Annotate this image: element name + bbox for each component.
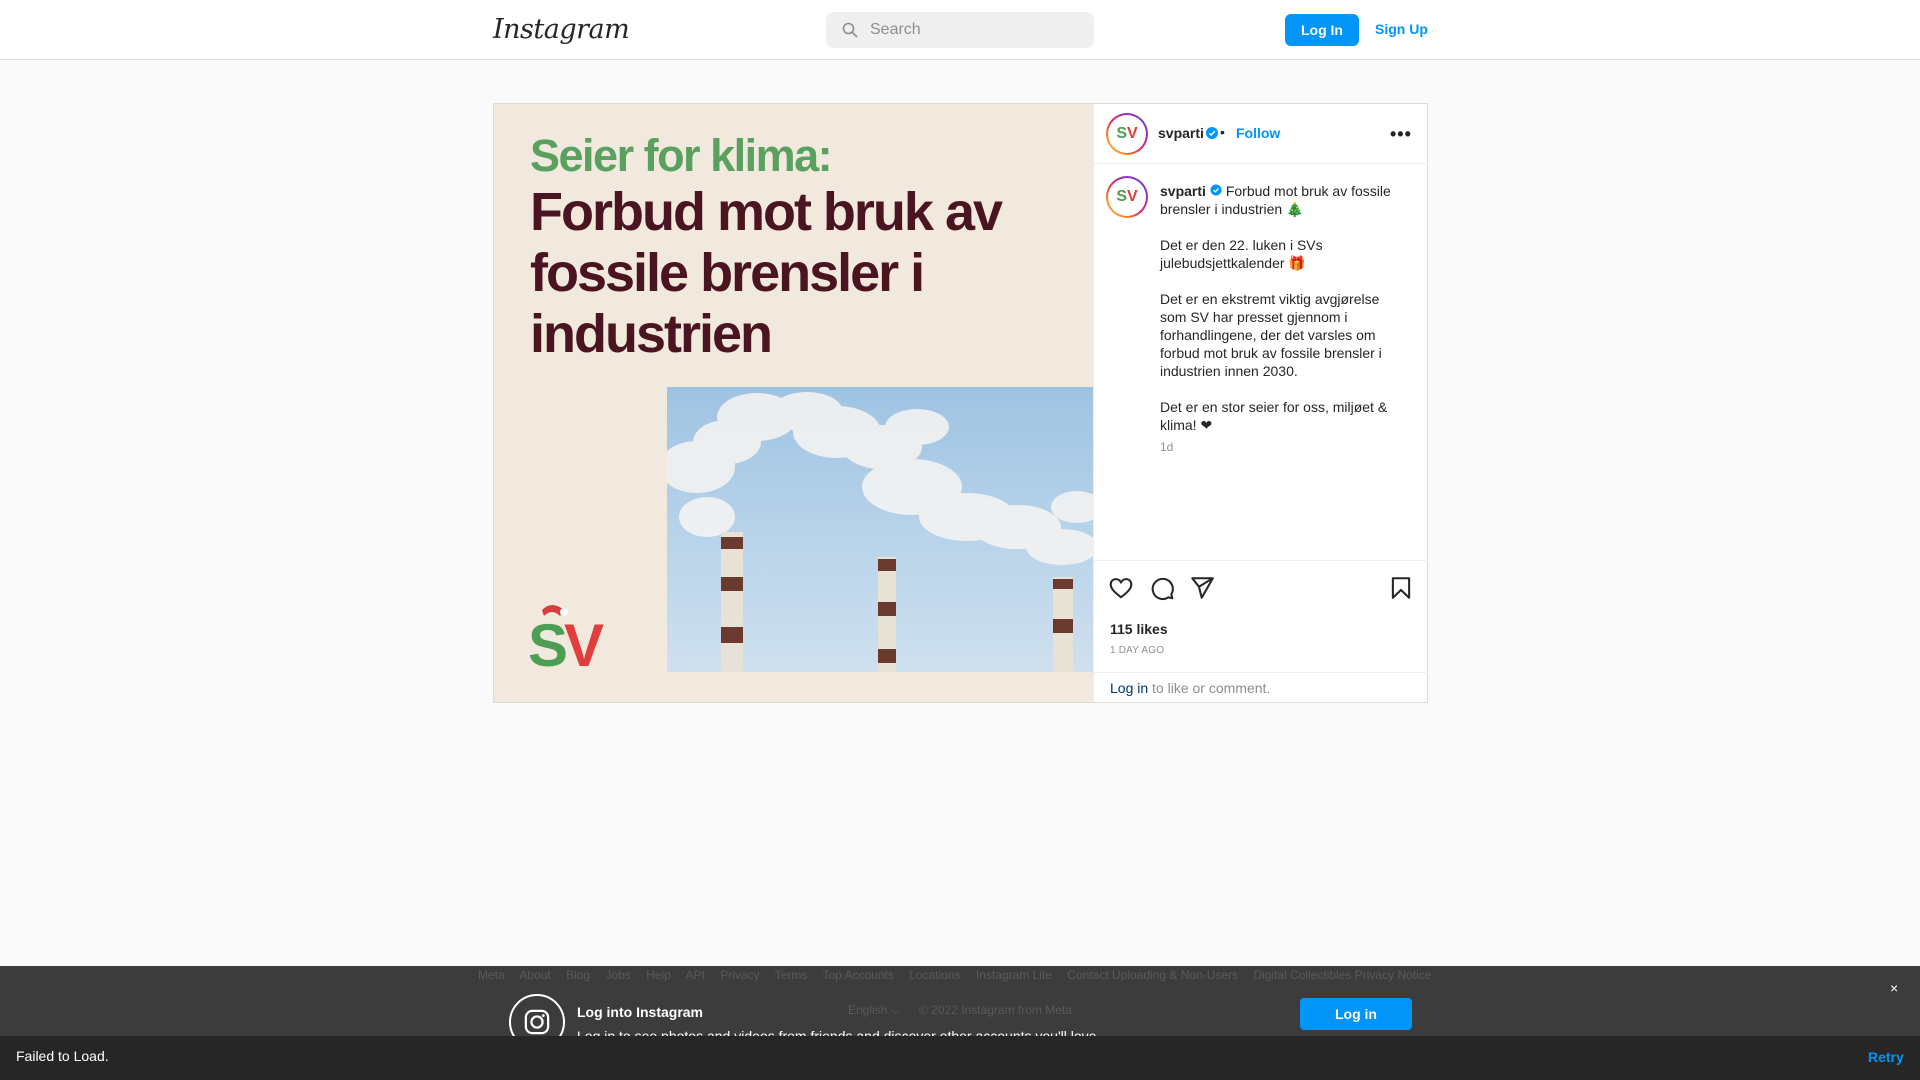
copyright-text: © 2022 Instagram from Meta (919, 1003, 1072, 1017)
login-to-comment-text: to like or comment. (1148, 680, 1271, 696)
footer-link-jobs[interactable]: Jobs (605, 968, 630, 982)
post-caption: svparti Forbud mot bruk av fossile brens… (1160, 182, 1400, 452)
error-message: Failed to Load. (16, 1048, 109, 1064)
footer-link-blog[interactable]: Blog (566, 968, 590, 982)
avatar-letter-s: S (1116, 125, 1127, 142)
share-send-icon[interactable] (1189, 575, 1215, 601)
likes-count[interactable]: 115 likes (1110, 621, 1168, 637)
caption-text-2: Det er den 22. luken i SVs julebudsjettk… (1160, 237, 1327, 271)
footer-link-meta[interactable]: Meta (478, 968, 505, 982)
author-username[interactable]: svparti (1158, 125, 1204, 141)
post-actions: 115 likes 1 DAY AGO (1094, 560, 1428, 672)
login-button[interactable]: Log In (1285, 14, 1359, 46)
post-image[interactable]: Seier for klima: Forbud mot bruk av foss… (494, 104, 1093, 702)
like-heart-icon[interactable] (1108, 575, 1134, 601)
avatar-letter-s: S (1116, 188, 1127, 205)
svg-text:V: V (564, 612, 604, 670)
footer-link-about[interactable]: About (519, 968, 550, 982)
save-bookmark-icon[interactable] (1388, 575, 1414, 601)
post-sidebar: SV svparti • Follow ••• SV svparti Forbu… (1093, 104, 1428, 702)
more-options-icon[interactable]: ••• (1390, 124, 1412, 145)
factory-chimneys-photo (667, 387, 1093, 672)
avatar-letter-v: V (1127, 188, 1138, 205)
avatar-letter-v: V (1127, 125, 1138, 142)
post-header: SV svparti • Follow ••• (1094, 104, 1428, 164)
search-placeholder[interactable]: Search (870, 21, 921, 39)
search-box[interactable]: Search (826, 12, 1094, 48)
svg-text:S: S (528, 612, 568, 670)
post-timestamp[interactable]: 1 DAY AGO (1110, 645, 1164, 656)
footer-link-top-accounts[interactable]: Top Accounts (822, 968, 893, 982)
footer-link-instagram-lite[interactable]: Instagram Lite (976, 968, 1052, 982)
caption-username[interactable]: svparti (1160, 183, 1206, 199)
caption-text-4: Det er en stor seier for oss, miljøet & … (1160, 399, 1392, 433)
caption-text-3: Det er en ekstremt viktig avgjørelse som… (1160, 291, 1386, 379)
author-avatar[interactable]: SV (1106, 113, 1148, 155)
signup-link[interactable]: Sign Up (1375, 21, 1428, 37)
caption-avatar[interactable]: SV (1106, 176, 1148, 218)
footer-link-help[interactable]: Help (646, 968, 671, 982)
separator-dot: • (1220, 124, 1225, 140)
footer-links: Meta About Blog Jobs Help API Privacy Te… (478, 968, 1443, 982)
footer-link-api[interactable]: API (686, 968, 705, 982)
image-headline-text: Forbud mot bruk av fossile brensler i in… (530, 182, 1003, 364)
login-to-comment: Log in to like or comment. (1094, 672, 1428, 702)
language-selector[interactable]: English ⌵ (848, 1003, 900, 1018)
verified-badge-icon (1206, 127, 1218, 139)
login-prompt-button[interactable]: Log in (1300, 998, 1412, 1030)
footer-link-contact-uploading[interactable]: Contact Uploading & Non-Users (1067, 968, 1238, 982)
post-card: Seier for klima: Forbud mot bruk av foss… (493, 103, 1428, 703)
verified-badge-icon (1210, 184, 1222, 196)
follow-button[interactable]: Follow (1236, 125, 1280, 141)
footer-link-terms[interactable]: Terms (775, 968, 808, 982)
caption-timestamp[interactable]: 1d (1160, 440, 1173, 454)
image-kicker-text: Seier for klima: (530, 130, 833, 181)
sv-party-logo: S V (528, 605, 604, 670)
login-prompt-title: Log into Instagram (577, 1004, 703, 1020)
error-snackbar: Failed to Load. Retry (0, 1036, 1920, 1080)
search-icon (842, 22, 858, 38)
chimney-smoke-illustration (667, 392, 1093, 672)
footer-link-locations[interactable]: Locations (909, 968, 960, 982)
instagram-logo[interactable]: Instagram (493, 14, 630, 45)
top-navigation-bar: Instagram Search Log In Sign Up (0, 0, 1920, 60)
retry-button[interactable]: Retry (1868, 1049, 1904, 1065)
comment-icon[interactable] (1149, 575, 1175, 601)
caption-paragraph: svparti Forbud mot bruk av fossile brens… (1160, 182, 1400, 218)
close-icon[interactable]: × (1890, 980, 1898, 996)
login-to-comment-link[interactable]: Log in (1110, 680, 1148, 696)
footer-link-digital-collectibles[interactable]: Digital Collectibles Privacy Notice (1253, 968, 1431, 982)
footer-link-privacy[interactable]: Privacy (720, 968, 759, 982)
